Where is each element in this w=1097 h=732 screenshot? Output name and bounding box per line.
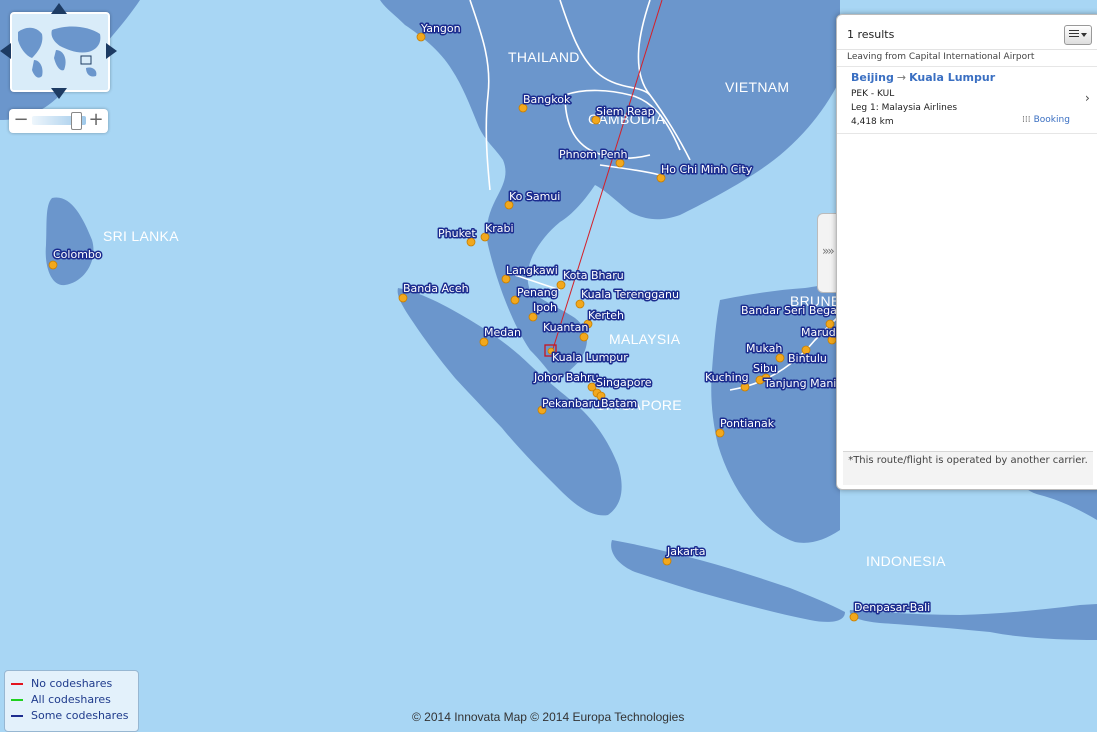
- city-label: Denpasar-Bali: [854, 601, 930, 614]
- city-marker[interactable]: Phuket: [437, 226, 478, 247]
- city-label: Ipoh: [533, 301, 557, 314]
- sort-menu-button[interactable]: [1064, 25, 1092, 45]
- pan-down-button[interactable]: [51, 88, 67, 99]
- leg-info: Leg 1: Malaysia Airlines: [851, 103, 958, 113]
- legend-item: Some codeshares: [11, 709, 128, 723]
- legend-swatch: [11, 699, 23, 701]
- pan-up-button[interactable]: [51, 3, 67, 14]
- zoom-control: − +: [9, 109, 108, 133]
- city-label: Marudi: [801, 326, 839, 339]
- city-label: Ko Samui: [509, 190, 560, 203]
- city-label: Kuala Terengganu: [581, 288, 679, 301]
- country-label: MALAYSIA: [609, 331, 681, 347]
- overview-map-drawing: [12, 14, 108, 90]
- city-label: Banda Aceh: [403, 282, 469, 295]
- city-label: Kerteh: [588, 309, 624, 322]
- city-label: Johor Bahru: [533, 371, 598, 384]
- city-label: Kota Bharu: [563, 269, 624, 282]
- city-label: Bintulu: [788, 352, 827, 365]
- city-label: Pekanbaru: [542, 397, 600, 410]
- city-label: Medan: [484, 326, 521, 339]
- route-origin: Beijing: [851, 71, 894, 84]
- overview-map[interactable]: [10, 12, 110, 92]
- city-label: Kuantan: [543, 321, 588, 334]
- chevron-right-icon[interactable]: ›: [1085, 91, 1090, 105]
- route-distance: 4,418 km: [851, 117, 894, 127]
- operated-by-note: *This route/flight is operated by anothe…: [843, 451, 1093, 485]
- city-label: Bangkok: [523, 93, 571, 106]
- results-count: 1 results: [847, 28, 895, 41]
- city-label: Penang: [517, 286, 558, 299]
- legend-swatch: [11, 683, 23, 685]
- result-item[interactable]: Beijing → Kuala Lumpur PEK - KUL Leg 1: Ma…: [837, 67, 1097, 134]
- pan-right-button[interactable]: [106, 43, 117, 59]
- city-label: Phuket: [438, 227, 476, 240]
- dropdown-arrow-icon: [1081, 33, 1087, 37]
- booking-label: Booking: [1033, 115, 1070, 125]
- city-label: Jakarta: [666, 545, 705, 558]
- city-label: Yangon: [420, 22, 461, 35]
- booking-link[interactable]: ⁞⁞⁞ Booking: [1022, 115, 1070, 125]
- city-label: Singapore: [596, 376, 652, 389]
- grid-icon: ⁞⁞⁞: [1022, 115, 1031, 125]
- panel-header: 1 results: [837, 15, 1097, 50]
- country-label: VIETNAM: [725, 79, 789, 95]
- city-marker[interactable]: Tanjung Manis: [755, 376, 844, 392]
- zoom-out-button[interactable]: −: [13, 110, 29, 130]
- city-label: Krabi: [485, 222, 514, 235]
- city-label: Langkawi: [506, 264, 558, 277]
- legend-item: All codeshares: [11, 693, 111, 707]
- route-title[interactable]: Beijing → Kuala Lumpur: [851, 71, 995, 84]
- city-label: Pontianak: [720, 417, 775, 430]
- pan-left-button[interactable]: [0, 43, 11, 59]
- legend-label: Some codeshares: [31, 709, 129, 722]
- land-sri-lanka: [45, 197, 94, 286]
- legend-item: No codeshares: [11, 677, 112, 691]
- city-marker[interactable]: Kerteh: [583, 308, 626, 329]
- land-java: [611, 540, 845, 622]
- city-label: Batam: [601, 397, 637, 410]
- codeshare-legend: No codeshares All codeshares Some codesh…: [4, 670, 139, 732]
- city-label: Ho Chi Minh City: [661, 163, 753, 176]
- city-marker[interactable]: Kuala Lumpur: [547, 347, 630, 366]
- zoom-in-button[interactable]: +: [88, 110, 104, 130]
- leaving-from-text: Leaving from Capital International Airpo…: [847, 52, 1035, 62]
- city-marker[interactable]: Kuala Terengganu: [575, 287, 680, 309]
- city-label: Colombo: [53, 248, 102, 261]
- legend-label: No codeshares: [31, 677, 113, 690]
- city-label: Kuala Lumpur: [552, 351, 628, 364]
- airport-codes: PEK - KUL: [851, 89, 895, 99]
- legend-swatch: [11, 715, 23, 717]
- city-label: Kuching: [705, 371, 749, 384]
- city-label: Sibu: [753, 362, 777, 375]
- country-label: INDONESIA: [866, 553, 946, 569]
- double-chevron-icon: »»: [822, 244, 835, 258]
- city-label: Tanjung Manis: [763, 377, 842, 390]
- land-borneo: [711, 282, 840, 543]
- city-marker[interactable]: Batam: [596, 391, 639, 412]
- city-label: Phnom Penh: [559, 148, 627, 161]
- route-destination: Kuala Lumpur: [909, 71, 996, 84]
- city-label: Siem Reap: [596, 105, 655, 118]
- city-label: Mukah: [746, 342, 782, 355]
- results-panel: 1 results Leaving from Capital Internati…: [836, 14, 1097, 490]
- sort-icon: [1069, 30, 1079, 31]
- country-label: SRI LANKA: [103, 228, 179, 244]
- city-marker[interactable]: Kota Bharu: [556, 268, 625, 290]
- country-label: THAILAND: [508, 49, 580, 65]
- map-copyright: © 2014 Innovata Map © 2014 Europa Techno…: [412, 710, 685, 724]
- arrow-right-icon: →: [896, 71, 907, 84]
- legend-label: All codeshares: [31, 693, 111, 706]
- zoom-slider-thumb[interactable]: [71, 112, 82, 130]
